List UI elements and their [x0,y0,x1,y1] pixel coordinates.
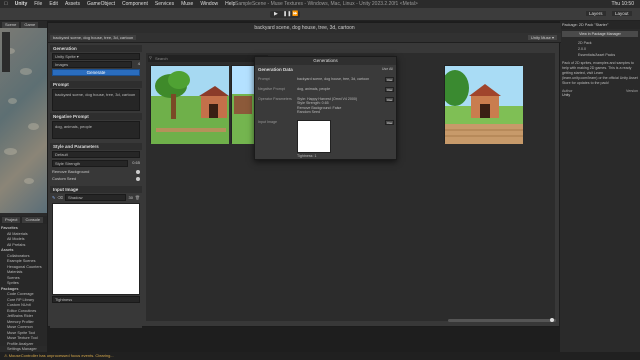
use-prompt-button[interactable]: Use [385,77,394,82]
prompt-textarea[interactable]: backyard scene, dog house, tree, 3d, car… [52,89,140,111]
brush-icon[interactable]: ✎ [52,195,55,200]
operator-parameters-value: Style: Happy Harvest (Omni V4 2000) Styl… [297,97,358,114]
negative-prompt-textarea[interactable]: dog, animals, people [52,121,140,139]
use-all-button[interactable]: Use All [382,67,393,71]
input-image-label: Input Image [258,120,277,124]
menu-edit[interactable]: Edit [49,1,58,7]
layers-dropdown[interactable]: Layers [586,11,606,16]
app-menu[interactable]: Unity [15,1,28,7]
prompt-header: Prompt [50,81,142,88]
input-image-header: Input Image [50,186,142,193]
input-image-preview [297,120,331,153]
input-image-canvas[interactable] [52,203,140,295]
generated-image-4 [441,66,523,144]
images-label: Images [52,61,132,68]
muse-sidebar: Generation Unity Sprite ▾ Images 4 Gener… [50,45,142,328]
generation-thumbnail[interactable] [150,65,229,144]
tightness-slider[interactable]: Tightness [52,296,140,303]
menu-component[interactable]: Component [122,1,148,7]
tab-console[interactable]: Console [22,217,44,223]
style-strength-slider[interactable]: Style Strength [52,160,128,167]
remove-background-label: Remove Background [52,169,90,174]
negative-prompt-label: Negative Prompt [258,87,285,91]
brush-size-value[interactable]: 30 [128,195,132,200]
generate-button[interactable]: Generate [52,69,140,76]
style-dropdown[interactable]: Default [52,151,140,158]
use-negative-prompt-button[interactable]: Use [385,87,394,92]
mac-menu-bar:  Unity File Edit Assets GameObject Comp… [0,0,640,8]
trash-icon[interactable]: 🗑 [135,195,140,200]
layout-dropdown[interactable]: Layout [612,11,632,16]
input-mode-dropdown[interactable]: Shadow [65,194,127,201]
muse-tab[interactable]: backyard scene, dog house, tree, 3d, car… [50,35,137,40]
unity-toolbar: ▶ ❚❚ ⏩ Layers Layout [0,8,640,21]
style-strength-value[interactable]: 0.65 [128,160,140,167]
generation-thumbnail[interactable] [231,65,254,144]
window-title: SampleScene - Muse Textures - Windows, M… [235,1,418,7]
menu-help[interactable]: Help [225,1,235,7]
mode-dropdown[interactable]: Unity Sprite ▾ [52,53,140,60]
prompt-label: Prompt [258,77,270,81]
tab-scene[interactable]: Scene [2,21,20,28]
generated-image-2 [232,66,254,144]
images-count[interactable]: 4 [132,61,140,68]
scene-view[interactable] [0,28,47,213]
inspector-title: Package: 2D Pack "Starter" [560,21,640,29]
package-description: Pack of 2D sprites, examples and samples… [562,61,638,85]
use-input-image-button[interactable]: Use [385,120,394,125]
remove-background-toggle[interactable] [136,170,140,174]
thumbnail-size-slider[interactable] [448,318,556,322]
status-bar: ⚠ MouseController has unprocessed focus … [0,352,640,360]
pause-icon[interactable]: ❚❚ [283,11,291,17]
style-header: Style and Parameters [50,143,142,150]
tab-game[interactable]: Game [21,21,39,28]
modal-title: Generations [255,57,396,65]
menu-file[interactable]: File [34,1,42,7]
eraser-icon[interactable]: ⌫ [57,195,63,200]
prompt-value: backyard scene, dog house, tree, 3d, car… [297,77,370,81]
author-value: Unity [562,93,571,97]
search-icon: ⚲ [149,55,152,60]
use-parameters-button[interactable]: Use [385,97,394,102]
generation-data-header: Generation Data [258,67,293,72]
muse-window-title: backyard scene, dog house, tree, 3d, car… [48,23,561,33]
unity-muse-account-button[interactable]: Unity Muse ▾ [527,35,557,40]
menu-assets[interactable]: Assets [65,1,80,7]
scene-tool-palette[interactable] [2,32,10,72]
apple-icon[interactable]:  [4,1,8,7]
generations-modal: Generations Generation Data Use All Prom… [254,56,397,160]
custom-seed-toggle[interactable] [136,177,140,181]
status-message[interactable]: MouseController has unprocessed focus ev… [9,353,114,358]
generation-thumbnail[interactable] [441,65,523,144]
play-icon[interactable]: ▶ [274,11,278,17]
version-label: Version [626,89,638,93]
operator-parameters-label: Operator Parameters [258,97,292,101]
custom-seed-label: Custom Seed [52,176,77,181]
scene-tabs: Scene Game [0,21,47,28]
project-tree: Favorites All Materials All Models All P… [0,224,47,355]
slider-handle[interactable] [550,318,554,322]
tab-project[interactable]: Project [2,217,21,223]
negative-prompt-value: dog, animals, people [297,87,331,91]
tightness-value: Tightness: 1 [297,154,317,158]
muse-window-bar: backyard scene, dog house, tree, 3d, car… [48,33,561,43]
menu-window[interactable]: Window [200,1,218,7]
step-icon[interactable]: ⏩ [292,11,298,17]
menu-services[interactable]: Services [155,1,174,7]
negative-prompt-header: Negative Prompt [50,113,142,120]
menu-gameobject[interactable]: GameObject [87,1,115,7]
generation-header: Generation [50,45,142,52]
clock: Thu 10:50 [611,1,634,7]
project-panel: Project Console Favorites All Materials … [0,216,47,351]
play-controls[interactable]: ▶ ❚❚ ⏩ [270,11,300,18]
generated-image-1 [151,66,229,144]
menu-muse[interactable]: Muse [181,1,193,7]
inspector-panel: Package: 2D Pack "Starter" View in Packa… [560,21,640,352]
search-input[interactable]: Search [148,55,268,62]
